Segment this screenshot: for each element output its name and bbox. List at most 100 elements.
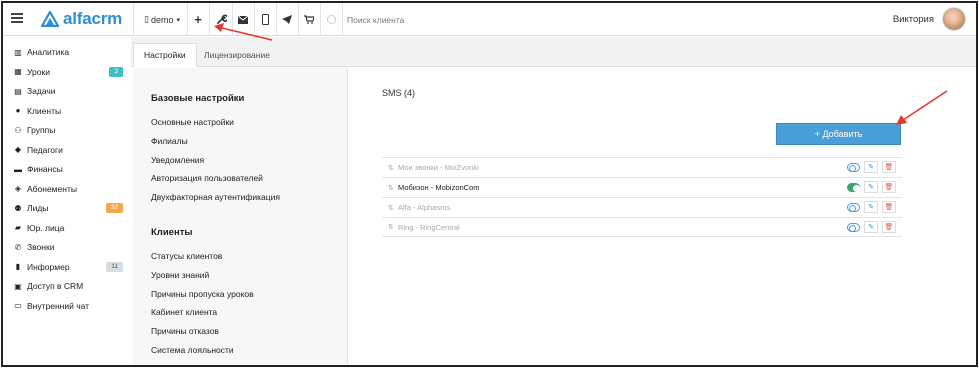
edit-button[interactable]: ✎ — [864, 181, 878, 193]
trash-icon: 🗑 — [884, 224, 894, 231]
count-badge: 32 — [105, 203, 123, 213]
chat-icon: ▭ — [14, 301, 22, 310]
sidebar-item-label: Доступ в CRM — [27, 281, 84, 291]
provider-list: ⇅ Мои звонки - MoiZvonki ✎ 🗑 ⇅ Мобизон - Mobi… — [382, 157, 902, 237]
sidebar-item[interactable]: ▭ Внутренний чат — [13, 297, 125, 315]
sidebar-item[interactable]: ▦ Уроки 3 — [13, 63, 125, 81]
delete-button[interactable]: 🗑 — [882, 181, 896, 193]
drag-handle-icon[interactable]: ⇅ — [388, 184, 398, 192]
sidebar-item-label: Группы — [27, 125, 56, 135]
tab-bar: Настройки Лицензирование — [131, 37, 976, 67]
logo[interactable]: alfacrm — [41, 9, 122, 29]
settings-button[interactable] — [210, 3, 232, 36]
avatar[interactable] — [942, 7, 966, 31]
divider — [342, 3, 343, 36]
row-actions: ✎ 🗑 — [847, 221, 896, 233]
sidebar-item-label: Юр. лица — [27, 222, 65, 233]
sidebar-item[interactable]: ● Клиенты — [13, 102, 125, 120]
settings-link[interactable]: Система лояльности — [151, 345, 234, 355]
delete-button[interactable]: 🗑 — [882, 201, 896, 213]
settings-link[interactable]: Статусы клиентов — [151, 251, 222, 261]
sidebar-item-label: Лиды — [27, 203, 49, 213]
pencil-icon: ✎ — [868, 164, 874, 171]
sidebar-item-label: Педагоги — [27, 144, 63, 155]
trash-icon: 🗑 — [884, 184, 894, 191]
add-button[interactable]: + — [188, 3, 208, 36]
enable-toggle[interactable] — [847, 202, 860, 212]
briefcase-icon: ▰ — [14, 223, 22, 232]
mail-button[interactable] — [233, 3, 253, 36]
sidebar-item[interactable]: ▰ Юр. лица — [13, 219, 125, 237]
sidebar-item[interactable]: ✆ Звонки — [13, 238, 125, 256]
app-window: alfacrm ▯ demo ▾ + Поиск клиента Виктори… — [1, 1, 978, 367]
sidebar-item-label: Информер — [27, 261, 70, 272]
drag-handle-icon[interactable]: ⇅ — [388, 204, 398, 212]
sidebar-item[interactable]: ⚉ Лиды 32 — [13, 199, 125, 217]
settings-link[interactable]: Уровни знаний — [151, 270, 209, 280]
sidebar-item-label: Звонки — [27, 242, 55, 252]
page-title: SMS (4) — [382, 88, 416, 98]
edit-button[interactable]: ✎ — [864, 221, 878, 233]
envelope-icon — [238, 15, 248, 24]
telegram-button[interactable] — [277, 3, 297, 36]
add-provider-button[interactable]: + Добавить — [776, 123, 901, 145]
mobile-icon — [261, 14, 269, 25]
edit-button[interactable]: ✎ — [864, 161, 878, 173]
drag-handle-icon[interactable]: ⇅ — [388, 164, 398, 172]
count-badge: 11 — [106, 261, 123, 272]
logo-icon — [41, 11, 59, 27]
basic-settings-title: Базовые настройки — [151, 93, 245, 104]
loading-indicator — [321, 3, 341, 36]
sidebar-item[interactable]: ◈ Абонементы — [13, 180, 125, 198]
trash-icon: 🗑 — [884, 164, 894, 171]
settings-link[interactable]: Кабинет клиента — [151, 307, 217, 317]
delete-button[interactable]: 🗑 — [882, 161, 896, 173]
trash-icon: 🗑 — [884, 204, 894, 211]
sms-button[interactable] — [255, 3, 275, 36]
sidebar-item-label: Внутренний чат — [27, 300, 90, 311]
logo-text: alfacrm — [63, 9, 123, 28]
user-name[interactable]: Виктория — [893, 14, 934, 25]
edit-button[interactable]: ✎ — [864, 201, 878, 213]
tag-icon: ◈ — [14, 184, 22, 193]
settings-link[interactable]: Двухфакторная аутентификация — [151, 192, 280, 202]
sidebar-item[interactable]: ▥ Аналитика — [13, 43, 125, 61]
sidebar-item[interactable]: ▮ Информер 11 — [13, 258, 125, 276]
settings-link[interactable]: Причины отказов — [151, 326, 219, 336]
settings-link[interactable]: Основные настройки — [151, 117, 234, 127]
paper-plane-icon — [282, 15, 292, 24]
money-icon: ▬ — [14, 164, 22, 174]
enable-toggle[interactable] — [847, 182, 860, 192]
sidebar-item-label: Уроки — [27, 66, 50, 77]
sidebar: ▥ Аналитика ▦ Уроки 3 ▤ Задачи ● Клиенты ⚇ Группы ◆… — [3, 37, 131, 365]
enable-toggle[interactable] — [847, 222, 860, 232]
row-actions: ✎ 🗑 — [847, 181, 896, 193]
sidebar-item[interactable]: ▣ Доступ в CRM — [13, 277, 125, 295]
sidebar-item[interactable]: ⚇ Группы — [13, 121, 125, 139]
settings-link[interactable]: Филиалы — [151, 136, 188, 146]
tab-settings[interactable]: Настройки — [133, 43, 197, 67]
divider — [133, 3, 134, 36]
drag-handle-icon[interactable]: ⇅ — [388, 223, 398, 231]
settings-link[interactable]: Причины пропуска уроков — [151, 289, 254, 299]
user-icon: ● — [15, 106, 21, 115]
users-icon: ⚇ — [14, 125, 22, 135]
delete-button[interactable]: 🗑 — [882, 221, 896, 233]
provider-name: Ring - RingCentral — [398, 222, 460, 232]
cart-button[interactable] — [299, 3, 319, 36]
settings-link[interactable]: Уведомления — [151, 155, 204, 165]
graduation-cap-icon: ◆ — [14, 145, 22, 154]
tab-licensing[interactable]: Лицензирование — [194, 43, 280, 67]
sidebar-item[interactable]: ▬ Финансы — [13, 160, 125, 178]
provider-name: Мобизон - MobizonCom — [398, 183, 480, 192]
account-selector[interactable]: ▯ demo ▾ — [139, 3, 185, 36]
search-input[interactable]: Поиск клиента — [347, 15, 404, 25]
pencil-icon: ✎ — [868, 184, 874, 191]
calendar-icon: ▦ — [14, 67, 22, 76]
sidebar-item[interactable]: ▤ Задачи — [13, 82, 125, 100]
provider-row: ⇅ Мои звонки - MoiZvonki ✎ 🗑 — [382, 157, 902, 177]
sidebar-item[interactable]: ◆ Педагоги — [13, 141, 125, 159]
enable-toggle[interactable] — [847, 162, 860, 172]
menu-icon[interactable] — [11, 13, 23, 23]
settings-link[interactable]: Авторизация пользователей — [151, 173, 263, 183]
